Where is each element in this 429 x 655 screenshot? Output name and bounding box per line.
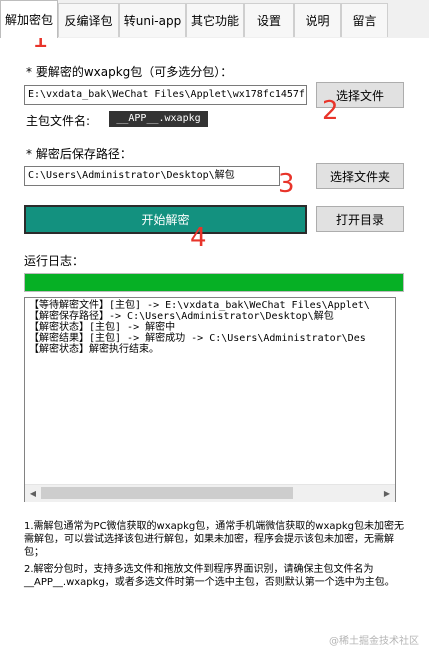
annotation-4: 4 <box>190 223 207 253</box>
output-path-input[interactable]: C:\Users\Administrator\Desktop\解包 <box>24 166 280 186</box>
open-directory-button[interactable]: 打开目录 <box>316 206 404 232</box>
tab-uni-app[interactable]: 转uni-app <box>119 3 186 37</box>
output-label: * 解密后保存路径： <box>26 147 132 161</box>
decrypt-panel: * 要解密的wxapkg包（可多选分包）： E:\vxdata_bak\WeCh… <box>0 38 429 655</box>
log-line: 【解密状态】[主包] -> 解密中 <box>29 322 176 333</box>
tab-settings[interactable]: 设置 <box>244 3 294 37</box>
log-textarea[interactable]: 【等待解密文件】[主包] -> E:\vxdata_bak\WeChat Fil… <box>24 297 396 502</box>
log-horizontal-scrollbar[interactable]: ◀ ▶ <box>25 484 395 502</box>
tab-bar: 解加密包 反编译包 转uni-app 其它功能 设置 说明 留言 <box>0 0 429 39</box>
tab-decompile[interactable]: 反编译包 <box>58 3 119 37</box>
main-file-value: __APP__.wxapkg <box>109 111 208 127</box>
main-file-label: 主包文件名: <box>26 114 91 128</box>
source-path-input[interactable]: E:\vxdata_bak\WeChat Files\Applet\wx178f… <box>24 85 307 105</box>
note-1: 1.需解包通常为PC微信获取的wxapkg包，通常手机端微信获取的wxapkg包… <box>24 521 404 558</box>
log-label: 运行日志： <box>24 254 85 268</box>
tab-message[interactable]: 留言 <box>341 3 388 37</box>
scroll-left-icon[interactable]: ◀ <box>26 486 40 501</box>
scrollbar-thumb[interactable] <box>41 487 293 499</box>
log-line: 【解密保存路径】-> C:\Users\Administrator\Deskto… <box>29 311 334 322</box>
log-line: 【解密结果】[主包] -> 解密成功 -> C:\Users\Administr… <box>29 333 366 344</box>
tab-help[interactable]: 说明 <box>294 3 341 37</box>
scroll-right-icon[interactable]: ▶ <box>380 486 394 501</box>
log-line: 【等待解密文件】[主包] -> E:\vxdata_bak\WeChat Fil… <box>29 300 370 311</box>
log-line: 【解密状态】解密执行结束。 <box>29 344 159 355</box>
source-label: * 要解密的wxapkg包（可多选分包）： <box>26 65 233 79</box>
select-folder-button[interactable]: 选择文件夹 <box>316 163 404 189</box>
watermark: @稀土掘金技术社区 <box>329 636 419 647</box>
start-decrypt-button[interactable]: 开始解密 <box>24 205 307 234</box>
annotation-2: 2 <box>322 96 339 126</box>
annotation-3: 3 <box>278 169 295 199</box>
note-2: 2.解密分包时，支持多选文件和拖放文件到程序界面识别，请确保主包文件名为__AP… <box>24 564 395 588</box>
tab-decrypt[interactable]: 解加密包 <box>0 0 58 38</box>
tab-other[interactable]: 其它功能 <box>186 3 244 37</box>
progress-bar <box>24 273 404 292</box>
